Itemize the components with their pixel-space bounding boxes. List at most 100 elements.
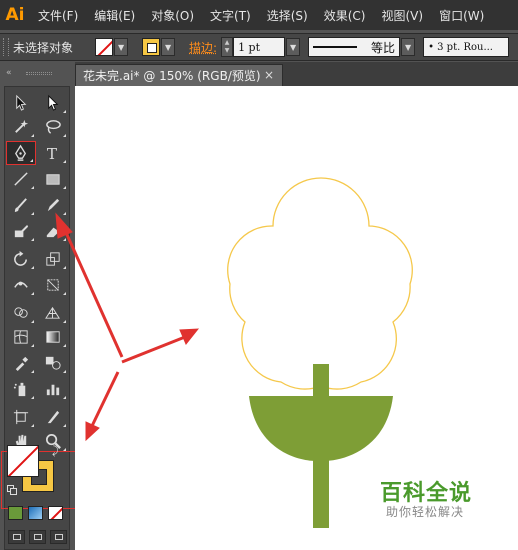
magic-wand-tool[interactable]: [6, 115, 36, 139]
fill-color-button[interactable]: [95, 38, 114, 56]
svg-text:T: T: [47, 145, 57, 162]
menu-item[interactable]: 编辑(E): [86, 7, 143, 24]
eyedropper-tool[interactable]: [6, 351, 36, 375]
draw-behind-button[interactable]: [29, 530, 46, 544]
magic-wand-icon: [15, 119, 29, 133]
mesh-tool[interactable]: [6, 325, 36, 349]
slice-tool[interactable]: [38, 405, 68, 429]
direct-selection-tool[interactable]: [38, 91, 68, 115]
lasso-icon: [46, 120, 61, 134]
slice-icon: [47, 410, 60, 424]
menu-item[interactable]: 对象(O): [143, 7, 202, 24]
scale-icon: [46, 252, 60, 266]
document-tab-title: 花未完.ai* @ 150% (RGB/预览): [83, 69, 261, 83]
blob-brush-icon: [14, 224, 29, 238]
width-icon: [14, 281, 28, 288]
direct-selection-icon: [48, 94, 59, 111]
artboard-tool[interactable]: [6, 405, 36, 429]
pencil-tool[interactable]: [38, 193, 68, 217]
column-graph-tool[interactable]: [38, 377, 68, 401]
brush-definition[interactable]: • 3 pt. Rou...: [423, 37, 510, 57]
eyedropper-icon: [15, 356, 29, 372]
left-leaf[interactable]: [249, 396, 317, 461]
right-leaf[interactable]: [323, 396, 393, 461]
watermark-subtitle: 助你轻松解决: [386, 505, 465, 519]
free-transform-icon: [47, 279, 59, 291]
panel-grip[interactable]: [3, 38, 9, 56]
type-icon: T: [47, 145, 57, 162]
menu-item[interactable]: 效果(C): [316, 7, 374, 24]
tab-bar: 花未完.ai* @ 150% (RGB/预览) ×: [75, 62, 518, 86]
selection-icon: [16, 94, 27, 111]
gradient-mode-button[interactable]: [28, 506, 43, 520]
draw-normal-button[interactable]: [8, 530, 25, 544]
stroke-color-button[interactable]: [142, 38, 161, 56]
rectangle-tool[interactable]: [38, 167, 68, 191]
selection-status: 未选择对象: [13, 40, 74, 55]
fill-dropdown-icon[interactable]: ▼: [114, 38, 129, 56]
menu-item[interactable]: 视图(V): [373, 7, 431, 24]
collapse-icon[interactable]: «: [6, 69, 12, 78]
draw-inside-button[interactable]: [50, 530, 67, 544]
perspective-grid-tool[interactable]: [38, 301, 68, 325]
rotate-tool[interactable]: [6, 247, 36, 271]
color-mode-button[interactable]: [8, 506, 23, 520]
close-tab-icon[interactable]: ×: [264, 68, 274, 82]
profile-dropdown-icon[interactable]: ▼: [401, 38, 416, 56]
stroke-weight-input[interactable]: 1 pt: [233, 37, 286, 57]
pen-tool[interactable]: [6, 141, 36, 165]
blob-brush-tool[interactable]: [6, 219, 36, 243]
width-tool[interactable]: [6, 273, 36, 297]
rectangle-icon: [46, 174, 60, 185]
stroke-label[interactable]: 描边:: [189, 39, 217, 56]
tools-panel-header[interactable]: «: [4, 69, 70, 78]
paintbrush-icon: [14, 198, 27, 213]
selection-tool[interactable]: [6, 91, 36, 115]
profile-line-icon: [313, 46, 358, 48]
perspective-grid-icon: [45, 306, 61, 319]
menu-bar: Ai 文件(F) 编辑(E) 对象(O) 文字(T) 选择(S) 效果(C) 视图(V) 窗口…: [0, 0, 518, 30]
variable-width-profile[interactable]: 等比: [308, 37, 401, 57]
document-tab[interactable]: 花未完.ai* @ 150% (RGB/预览) ×: [75, 64, 283, 86]
stroke-dropdown-icon[interactable]: ▼: [161, 38, 176, 56]
eraser-icon: [46, 227, 60, 238]
app-logo: Ai: [5, 5, 25, 25]
pencil-icon: [47, 198, 60, 212]
menu-item[interactable]: 文件(F): [30, 7, 86, 24]
line-segment-tool[interactable]: [6, 167, 36, 191]
watermark: 百科全说 助你轻松解决: [374, 473, 502, 523]
pen-icon: [15, 144, 27, 161]
blend-tool[interactable]: [38, 351, 68, 375]
default-fill-stroke-icon[interactable]: [7, 485, 17, 495]
column-graph-icon: [46, 384, 60, 396]
symbol-sprayer-icon: [13, 382, 26, 397]
menu-item[interactable]: 文字(T): [202, 7, 259, 24]
type-tool[interactable]: T: [38, 141, 68, 165]
shape-builder-icon: [14, 307, 28, 318]
none-mode-button[interactable]: [48, 506, 63, 520]
menu-item[interactable]: 窗口(W): [431, 7, 492, 24]
profile-label: 等比: [371, 40, 396, 55]
line-segment-icon: [14, 172, 28, 186]
free-transform-tool[interactable]: [38, 273, 68, 297]
lasso-tool[interactable]: [38, 115, 68, 139]
stroke-weight-dropdown-icon[interactable]: ▼: [286, 38, 301, 56]
control-bar: 未选择对象 ▼ ▼ 描边: ▲ ▼ 1 pt ▼ 等比 ▼ • 3 pt. Rou…: [0, 33, 518, 61]
shape-builder-tool[interactable]: [6, 301, 36, 325]
flower-stem[interactable]: [313, 364, 329, 528]
mesh-icon: [14, 330, 28, 344]
swap-fill-stroke-icon[interactable]: ⤸: [52, 444, 59, 458]
rotate-icon: [14, 250, 27, 266]
gradient-tool[interactable]: [38, 325, 68, 349]
eraser-tool[interactable]: [38, 219, 68, 243]
stroke-weight-stepper[interactable]: ▲ ▼: [221, 37, 234, 57]
blend-icon: [45, 356, 61, 370]
flower-outline[interactable]: [227, 177, 413, 390]
fill-swatch[interactable]: [7, 445, 39, 477]
scale-tool[interactable]: [38, 247, 68, 271]
gradient-icon: [46, 331, 60, 343]
symbol-sprayer-tool[interactable]: [6, 377, 36, 401]
artboard-icon: [13, 409, 29, 425]
paintbrush-tool[interactable]: [6, 193, 36, 217]
menu-item[interactable]: 选择(S): [259, 7, 316, 24]
